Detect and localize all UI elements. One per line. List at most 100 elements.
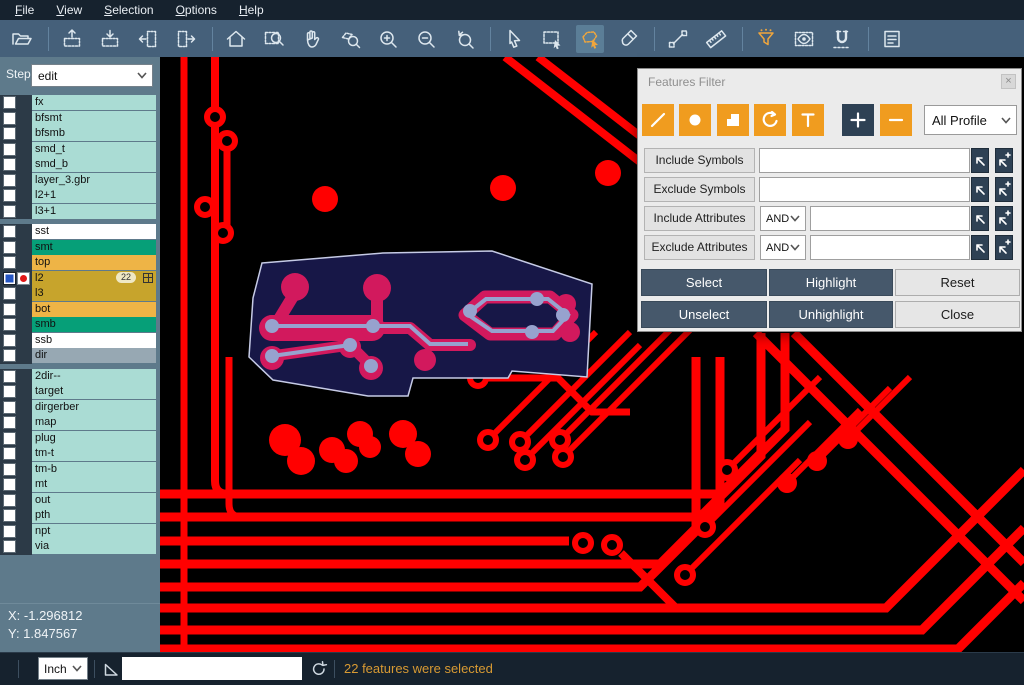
- layer-visibility-checkbox[interactable]: [3, 256, 16, 269]
- layer-name-cell[interactable]: dirgerber: [32, 400, 156, 415]
- layer-name-cell[interactable]: pth: [32, 508, 156, 523]
- layer-name-cell[interactable]: l2+1: [32, 188, 156, 203]
- layer-visibility-checkbox[interactable]: [3, 127, 16, 140]
- include-symbols-button[interactable]: Include Symbols: [644, 148, 755, 173]
- include-attributes-input[interactable]: [810, 206, 970, 231]
- layer-row-target[interactable]: target: [0, 384, 160, 400]
- layer-visibility-checkbox[interactable]: [3, 509, 16, 522]
- layer-visibility-checkbox[interactable]: [3, 205, 16, 218]
- layer-name-cell[interactable]: layer_3.gbr: [32, 173, 156, 188]
- exclude-symbols-pick-add-button[interactable]: [995, 177, 1013, 202]
- exclude-attributes-pick-add-button[interactable]: [995, 235, 1013, 260]
- layer-visibility-checkbox[interactable]: [3, 241, 16, 254]
- rectangle-select-icon[interactable]: [538, 25, 566, 53]
- layer-row-bot[interactable]: bot: [0, 302, 160, 318]
- unselect-button[interactable]: Unselect: [641, 301, 767, 328]
- layer-visibility-checkbox[interactable]: [3, 334, 16, 347]
- layer-visibility-checkbox[interactable]: [3, 432, 16, 445]
- layer-name-cell[interactable]: ssb: [32, 333, 156, 348]
- layer-row-map[interactable]: map: [0, 415, 160, 431]
- open-file-icon[interactable]: [8, 25, 36, 53]
- notes-panel-icon[interactable]: [878, 25, 906, 53]
- layer-row-smb[interactable]: smb: [0, 317, 160, 333]
- layer-row-fx[interactable]: fx: [0, 95, 160, 111]
- layer-name-cell[interactable]: plug: [32, 431, 156, 446]
- layer-visibility-checkbox[interactable]: [3, 174, 16, 187]
- layer-row-l2[interactable]: l222: [0, 271, 160, 287]
- layer-visibility-checkbox[interactable]: [3, 287, 16, 300]
- layer-row-l2+1[interactable]: l2+1: [0, 188, 160, 204]
- layer-row-bfsmb[interactable]: bfsmb: [0, 126, 160, 142]
- include-symbols-input[interactable]: [759, 148, 970, 173]
- reset-button[interactable]: Reset: [895, 269, 1020, 296]
- menu-help[interactable]: Help: [228, 0, 275, 20]
- exclude-symbols-input[interactable]: [759, 177, 970, 202]
- layer-left-icon[interactable]: [134, 25, 162, 53]
- layer-visibility-checkbox[interactable]: [3, 540, 16, 553]
- include-symbols-pick-button[interactable]: [971, 148, 989, 173]
- layer-right-icon[interactable]: [172, 25, 200, 53]
- layer-visibility-checkbox[interactable]: [3, 494, 16, 507]
- layer-name-cell[interactable]: smb: [32, 317, 156, 332]
- layer-visibility-checkbox[interactable]: [3, 318, 16, 331]
- menu-file[interactable]: File: [4, 0, 45, 20]
- exclude-attributes-button[interactable]: Exclude Attributes: [644, 235, 755, 260]
- include-attributes-pick-add-button[interactable]: [995, 206, 1013, 231]
- layer-name-cell[interactable]: dir: [32, 348, 156, 363]
- layer-visibility-checkbox[interactable]: [3, 303, 16, 316]
- ruler-icon[interactable]: [702, 25, 730, 53]
- layer-visibility-checkbox[interactable]: [3, 416, 16, 429]
- layer-visibility-checkbox[interactable]: [3, 349, 16, 362]
- pan-hand-icon[interactable]: [298, 25, 326, 53]
- zoom-in-icon[interactable]: [374, 25, 402, 53]
- layer-name-cell[interactable]: smd_b: [32, 157, 156, 172]
- zoom-previous-icon[interactable]: [450, 25, 478, 53]
- layer-row-smt[interactable]: smt: [0, 240, 160, 256]
- menu-options[interactable]: Options: [165, 0, 228, 20]
- unhighlight-button[interactable]: Unhighlight: [769, 301, 893, 328]
- layer-row-smd_b[interactable]: smd_b: [0, 157, 160, 173]
- layer-row-layer_3.gbr[interactable]: layer_3.gbr: [0, 173, 160, 189]
- exclude-attributes-pick-button[interactable]: [971, 235, 989, 260]
- zoom-window-icon[interactable]: [260, 25, 288, 53]
- exclude-attributes-input[interactable]: [810, 235, 970, 260]
- layer-name-cell[interactable]: out: [32, 493, 156, 508]
- unit-combo[interactable]: Inch: [38, 657, 88, 680]
- layer-visibility-checkbox[interactable]: [3, 225, 16, 238]
- layer-row-bfsmt[interactable]: bfsmt: [0, 111, 160, 127]
- exclude-symbols-button[interactable]: Exclude Symbols: [644, 177, 755, 202]
- layer-down-icon[interactable]: [96, 25, 124, 53]
- layer-name-cell[interactable]: l222: [32, 271, 156, 286]
- layer-up-icon[interactable]: [58, 25, 86, 53]
- layer-visibility-checkbox[interactable]: [3, 463, 16, 476]
- layer-name-cell[interactable]: smd_t: [32, 142, 156, 157]
- filter-add-button[interactable]: [842, 104, 874, 136]
- menu-view[interactable]: View: [45, 0, 93, 20]
- layer-name-cell[interactable]: l3+1: [32, 204, 156, 219]
- layer-name-cell[interactable]: mt: [32, 477, 156, 492]
- layer-name-cell[interactable]: 2dir--: [32, 369, 156, 384]
- layer-name-cell[interactable]: bfsmb: [32, 126, 156, 141]
- filter-arc-button[interactable]: [754, 104, 786, 136]
- layer-visibility-checkbox[interactable]: [3, 112, 16, 125]
- command-input[interactable]: [122, 657, 302, 680]
- menu-selection[interactable]: Selection: [93, 0, 164, 20]
- layer-name-cell[interactable]: map: [32, 415, 156, 430]
- layer-row-plug[interactable]: plug: [0, 431, 160, 447]
- layer-name-cell[interactable]: npt: [32, 524, 156, 539]
- layer-visibility-checkbox[interactable]: [3, 272, 16, 285]
- layer-visibility-checkbox[interactable]: [3, 447, 16, 460]
- close-button[interactable]: Close: [895, 301, 1020, 328]
- layer-visibility-checkbox[interactable]: [3, 370, 16, 383]
- layer-row-smd_t[interactable]: smd_t: [0, 142, 160, 158]
- layer-name-cell[interactable]: bfsmt: [32, 111, 156, 126]
- layer-name-cell[interactable]: top: [32, 255, 156, 270]
- layer-name-cell[interactable]: bot: [32, 302, 156, 317]
- profile-combo[interactable]: All Profile: [924, 105, 1017, 135]
- filter-pad-button[interactable]: [679, 104, 711, 136]
- zoom-object-icon[interactable]: [336, 25, 364, 53]
- include-symbols-pick-add-button[interactable]: [995, 148, 1013, 173]
- layer-visibility-checkbox[interactable]: [3, 385, 16, 398]
- layer-visibility-checkbox[interactable]: [3, 189, 16, 202]
- zoom-out-icon[interactable]: [412, 25, 440, 53]
